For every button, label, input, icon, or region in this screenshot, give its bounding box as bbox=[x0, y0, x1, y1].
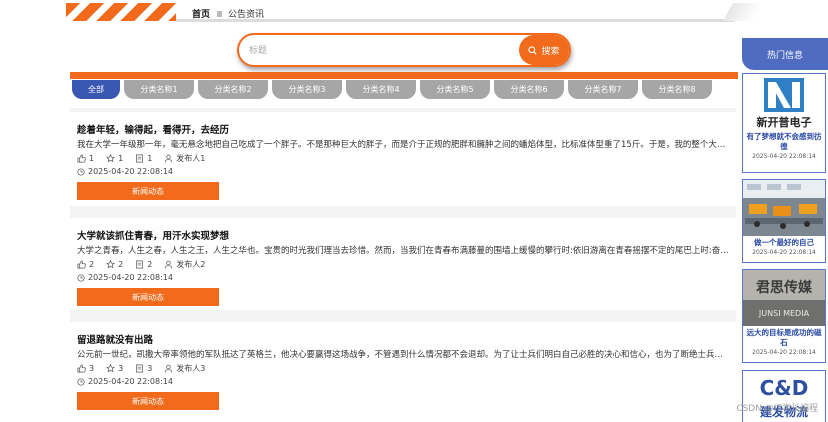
newpower-logo-text: 新开普电子 bbox=[757, 115, 812, 129]
search-button-label: 搜索 bbox=[541, 46, 560, 57]
breadcrumb-home[interactable]: 首页 bbox=[192, 10, 210, 20]
watermark: CSDN @IT学长编程 bbox=[736, 404, 818, 414]
breadcrumb-current: 公告资讯 bbox=[228, 10, 265, 20]
thumbs-up-icon bbox=[77, 260, 86, 269]
thumbs-up-icon bbox=[77, 364, 86, 373]
news-time: 2025-04-20 22:08:14 bbox=[77, 377, 173, 386]
document-icon bbox=[136, 260, 144, 269]
junsi-media-image: 君思传媒 JUNSI MEDIA bbox=[743, 270, 825, 326]
author: 发布人3 bbox=[176, 364, 206, 373]
tab-category-8[interactable]: 分类名称8 bbox=[642, 80, 712, 99]
hot-info-card[interactable]: 做一个最好的自己 2025-04-20 22:08:14 bbox=[742, 179, 826, 263]
comments-count: 2 bbox=[147, 260, 153, 269]
star-icon bbox=[106, 260, 116, 269]
hot-info-sidebar: 热门信息 新开普电子 有了梦想就不会感到彷徨 2025-04-20 22:08:… bbox=[742, 38, 828, 422]
news-meta: 1 1 1 发布人1 bbox=[77, 153, 205, 164]
user-icon bbox=[165, 364, 173, 373]
breadcrumb-banner: 首页 公告资讯 bbox=[66, 2, 764, 22]
category-tabs: 全部 分类名称1 分类名称2 分类名称3 分类名称4 分类名称5 分类名称6 分… bbox=[72, 80, 734, 99]
search-box: 搜索 bbox=[237, 33, 571, 67]
hot-info-caption[interactable]: 有了梦想就不会感到彷徨 bbox=[743, 130, 825, 152]
comments-count: 3 bbox=[147, 364, 153, 373]
thumbs-up-icon bbox=[77, 154, 86, 163]
orange-divider bbox=[70, 72, 738, 79]
tab-category-6[interactable]: 分类名称6 bbox=[494, 80, 564, 99]
news-time: 2025-04-20 22:08:14 bbox=[77, 167, 173, 176]
tab-category-1[interactable]: 分类名称1 bbox=[124, 80, 194, 99]
cd-logistics-image: C&D 建发物流 bbox=[743, 371, 825, 422]
news-list: 趁着年轻，输得起，看得开，去经历 我在大学一年级那一年，毫无悬念地把自己吃成了一… bbox=[70, 108, 736, 422]
star-icon bbox=[106, 154, 116, 163]
news-item[interactable]: 大学就该抓住青春，用汗水实现梦想 大学之青春，人生之春，人生之王，人生之华也。宝… bbox=[70, 218, 736, 310]
junsi-media-cn: 君思传媒 bbox=[755, 279, 813, 296]
banner-fade bbox=[722, 3, 764, 21]
document-icon bbox=[136, 154, 144, 163]
tab-category-4[interactable]: 分类名称4 bbox=[346, 80, 416, 99]
publish-time: 2025-04-20 22:08:14 bbox=[88, 377, 173, 386]
comments-count: 1 bbox=[147, 154, 153, 163]
tab-category-5[interactable]: 分类名称5 bbox=[420, 80, 490, 99]
cd-logo-text: C&D bbox=[760, 376, 809, 400]
hot-info-caption[interactable]: 做一个最好的自己 bbox=[743, 236, 825, 248]
author: 发布人1 bbox=[176, 154, 206, 163]
news-title[interactable]: 大学就该抓住青春，用汗水实现梦想 bbox=[77, 228, 229, 242]
tab-category-2[interactable]: 分类名称2 bbox=[198, 80, 268, 99]
tab-category-3[interactable]: 分类名称3 bbox=[272, 80, 342, 99]
likes-count: 1 bbox=[89, 154, 95, 163]
favorites-count: 1 bbox=[118, 154, 124, 163]
user-icon bbox=[165, 154, 173, 163]
clock-icon bbox=[77, 377, 85, 386]
news-description: 我在大学一年级那一年，毫无悬念地把自己吃成了一个胖子。不是那种巨大的胖子，而是介… bbox=[77, 140, 731, 150]
hot-info-card[interactable]: C&D 建发物流 bbox=[742, 370, 826, 422]
hot-info-card[interactable]: 新开普电子 有了梦想就不会感到彷徨 2025-04-20 22:08:14 bbox=[742, 73, 826, 173]
hot-info-card[interactable]: 君思传媒 JUNSI MEDIA 远大的目标是成功的磁石 2025-04-20 … bbox=[742, 269, 826, 363]
news-description: 大学之青春，人生之春，人生之王，人生之华也。宝贵的时光我们理当去珍惜。然而，当我… bbox=[77, 246, 731, 256]
star-icon bbox=[106, 364, 116, 373]
junsi-media-en: JUNSI MEDIA bbox=[758, 309, 810, 318]
likes-count: 3 bbox=[89, 364, 95, 373]
favorites-count: 2 bbox=[118, 260, 124, 269]
tab-category-7[interactable]: 分类名称7 bbox=[568, 80, 638, 99]
news-meta: 3 3 3 发布人3 bbox=[77, 363, 205, 374]
newpower-logo-image: 新开普电子 bbox=[743, 74, 825, 130]
breadcrumb-separator-icon bbox=[217, 11, 223, 17]
likes-count: 2 bbox=[89, 260, 95, 269]
clock-icon bbox=[77, 167, 85, 176]
publish-time: 2025-04-20 22:08:14 bbox=[88, 167, 173, 176]
search-input[interactable] bbox=[249, 42, 509, 60]
news-meta: 2 2 2 发布人2 bbox=[77, 259, 205, 270]
news-title[interactable]: 留退路就没有出路 bbox=[77, 332, 153, 346]
breadcrumb: 首页 公告资讯 bbox=[192, 7, 264, 20]
search-button[interactable]: 搜索 bbox=[519, 35, 569, 65]
hot-info-date: 2025-04-20 22:08:14 bbox=[752, 153, 816, 160]
stripe-decoration bbox=[66, 3, 176, 21]
office-photo-image bbox=[743, 180, 825, 236]
news-category-tag[interactable]: 新闻动态 bbox=[77, 288, 219, 306]
author: 发布人2 bbox=[176, 260, 206, 269]
search-icon bbox=[528, 45, 538, 55]
hot-info-caption[interactable]: 远大的目标是成功的磁石 bbox=[743, 326, 825, 348]
publish-time: 2025-04-20 22:08:14 bbox=[88, 273, 173, 282]
user-icon bbox=[165, 260, 173, 269]
document-icon bbox=[136, 364, 144, 373]
news-title[interactable]: 趁着年轻，输得起，看得开，去经历 bbox=[77, 122, 229, 136]
tab-all[interactable]: 全部 bbox=[72, 80, 120, 99]
news-category-tag[interactable]: 新闻动态 bbox=[77, 392, 219, 410]
favorites-count: 3 bbox=[118, 364, 124, 373]
news-time: 2025-04-20 22:08:14 bbox=[77, 273, 173, 282]
news-item[interactable]: 留退路就没有出路 公元前一世纪，凯撒大帝率领他的军队抵达了英格兰，他决心要赢得这… bbox=[70, 322, 736, 422]
hot-info-date: 2025-04-20 22:08:14 bbox=[752, 249, 816, 256]
hot-info-title: 热门信息 bbox=[742, 38, 828, 70]
news-item[interactable]: 趁着年轻，输得起，看得开，去经历 我在大学一年级那一年，毫无悬念地把自己吃成了一… bbox=[70, 112, 736, 206]
hot-info-date: 2025-04-20 22:08:14 bbox=[752, 349, 816, 356]
news-category-tag[interactable]: 新闻动态 bbox=[77, 182, 219, 200]
news-description: 公元前一世纪，凯撒大帝率领他的军队抵达了英格兰，他决心要赢得这场战争，不管遇到什… bbox=[77, 350, 731, 360]
clock-icon bbox=[77, 273, 85, 282]
